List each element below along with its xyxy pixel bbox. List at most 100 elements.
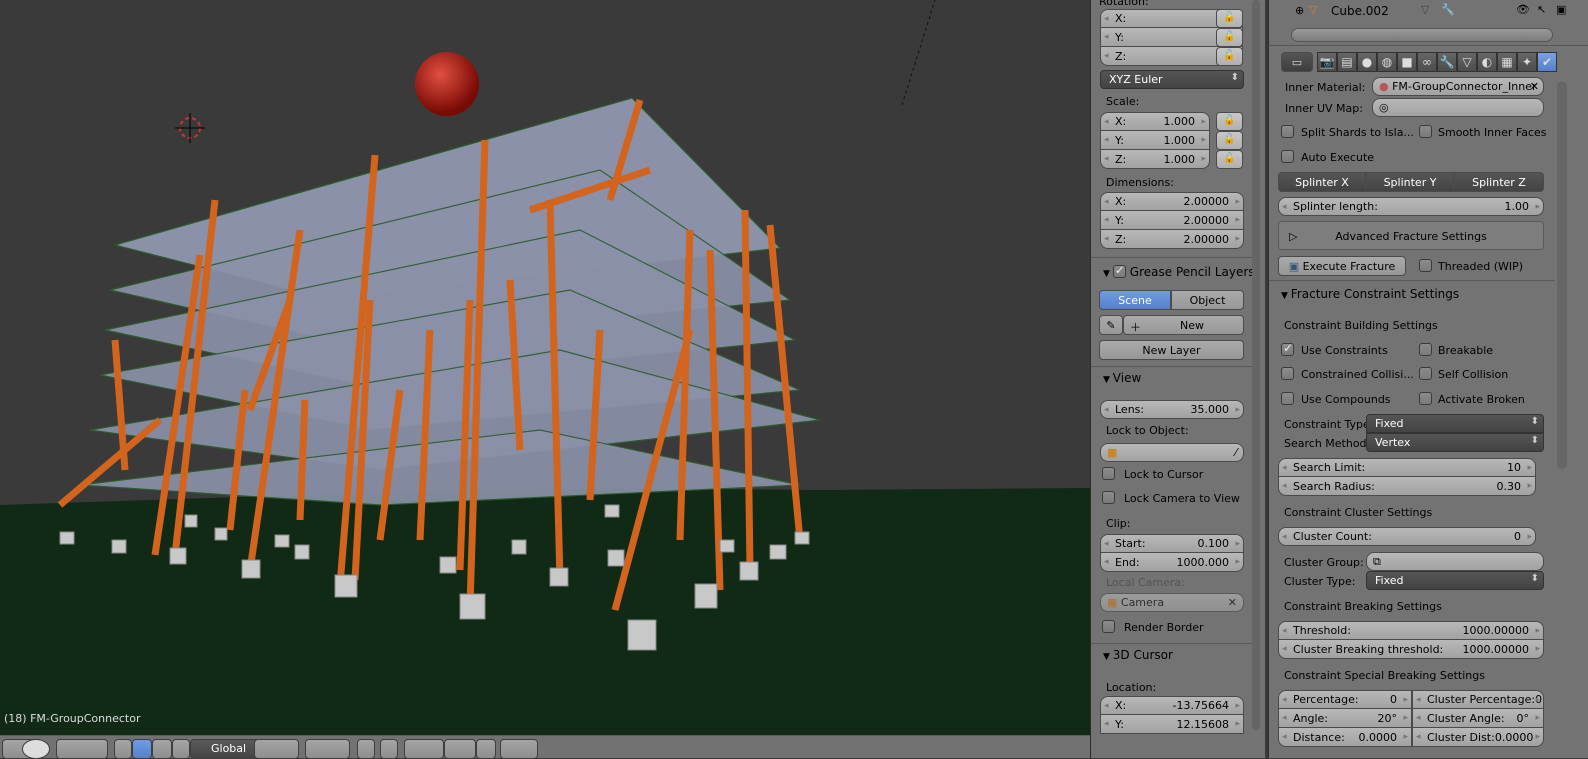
splinter-x-toggle[interactable]: Splinter X (1278, 172, 1366, 192)
3d-cursor-panel-header[interactable]: 3D Cursor (1103, 648, 1173, 662)
scale-y[interactable]: Y: 1.000 (1100, 131, 1210, 150)
modifiers-icon[interactable]: 🔧 (1437, 52, 1457, 72)
lock-icon[interactable]: 🔓 (1216, 9, 1243, 28)
grease-pencil-checkbox[interactable] (1112, 263, 1126, 278)
breakable-checkbox[interactable] (1419, 343, 1432, 356)
render-icon[interactable]: 📷 (1317, 52, 1337, 72)
render-icons[interactable] (500, 739, 538, 759)
splinter-length-field[interactable]: Splinter length: 1.00 (1278, 197, 1544, 216)
lock-icon[interactable]: 🔓 (1216, 150, 1243, 169)
angle-field[interactable]: Angle: 20° (1278, 709, 1412, 728)
use-compounds-checkbox[interactable] (1281, 392, 1294, 405)
scale-z[interactable]: Z: 1.000 (1100, 150, 1210, 169)
eyedropper-icon[interactable]: ⁄ (1235, 446, 1237, 459)
shelf-scrollbar[interactable] (1252, 0, 1260, 730)
cluster-type-select[interactable]: Fixed (1366, 571, 1544, 590)
inner-uv-field[interactable]: ◎ (1372, 98, 1544, 117)
grease-pencil-panel-header[interactable]: Grease Pencil Layers (1103, 263, 1255, 279)
orientation-select[interactable]: Global (190, 739, 262, 759)
search-radius-field[interactable]: Search Radius: 0.30 (1278, 477, 1536, 496)
outliner-scrollbar[interactable] (1291, 28, 1553, 42)
lock-object-field[interactable]: ■ ⁄ (1100, 443, 1244, 462)
constraint-type-select[interactable]: Fixed (1366, 414, 1544, 433)
cluster-angle-field[interactable]: Cluster Angle: 0° (1412, 709, 1544, 728)
cluster-group-field[interactable]: ⧉ (1366, 552, 1544, 571)
cluster-percentage-field[interactable]: Cluster Percentage:0 (1412, 690, 1544, 709)
dimensions-y[interactable]: Y: 2.00000 (1100, 211, 1244, 230)
manipulator-toggle[interactable] (114, 739, 132, 759)
pivot-select[interactable] (56, 739, 108, 759)
new-layer-button[interactable]: New Layer (1099, 340, 1244, 360)
object-tab[interactable]: Object (1171, 290, 1244, 310)
auto-execute-checkbox[interactable] (1281, 150, 1294, 163)
scene-tab[interactable]: Scene (1099, 290, 1171, 310)
render-layers-icon[interactable]: ▤ (1337, 52, 1357, 72)
cluster-threshold-field[interactable]: Cluster Breaking threshold: 1000.00000 (1278, 640, 1544, 659)
shading-icon[interactable] (22, 739, 50, 759)
material-icon[interactable]: ◐ (1477, 52, 1497, 72)
texture-icon[interactable]: ▦ (1497, 52, 1517, 72)
cursor-y[interactable]: Y: 12.15608 (1100, 715, 1244, 734)
activate-broken-checkbox[interactable] (1419, 392, 1432, 405)
splinter-y-toggle[interactable]: Splinter Y (1366, 172, 1454, 192)
clip-end[interactable]: End: 1000.000 (1100, 553, 1244, 572)
expand-icon[interactable]: ⊕ (1295, 4, 1304, 17)
physics-icon[interactable]: ✔ (1537, 52, 1557, 72)
scale-icon[interactable] (172, 739, 190, 759)
cursor-x[interactable]: X: -13.75664 (1100, 696, 1244, 715)
lock-icon[interactable]: 🔓 (1216, 112, 1243, 131)
search-method-select[interactable]: Vertex (1366, 433, 1544, 452)
scale-x[interactable]: X: 1.000 (1100, 112, 1210, 131)
split-shards-checkbox[interactable] (1281, 125, 1294, 138)
cursor-icon[interactable]: ↖ (1537, 3, 1546, 16)
proportional-edit-icon[interactable] (380, 739, 398, 759)
constrained-collision-checkbox[interactable] (1281, 367, 1294, 380)
execute-fracture-button[interactable]: ▣ Execute Fracture (1278, 256, 1406, 276)
advanced-fracture-subpanel[interactable]: ▷ Advanced Fracture Settings (1278, 221, 1544, 250)
snap-icon[interactable] (404, 739, 444, 759)
distance-field[interactable]: Distance: 0.0000 (1278, 728, 1412, 747)
percentage-field[interactable]: Percentage: 0 (1278, 690, 1412, 709)
constraint-panel-header[interactable]: Fracture Constraint Settings (1281, 287, 1459, 301)
rotate-icon[interactable] (152, 739, 172, 759)
3d-viewport[interactable]: (18) FM-GroupConnector (0, 0, 1090, 735)
splinter-z-toggle[interactable]: Splinter Z (1454, 172, 1544, 192)
cluster-dist-field[interactable]: Cluster Dist:0.0000 (1412, 728, 1544, 747)
world-icon[interactable]: ◍ (1377, 52, 1397, 72)
lens-field[interactable]: Lens: 35.000 (1100, 400, 1244, 419)
dimensions-x[interactable]: X: 2.00000 (1100, 192, 1244, 211)
rotation-mode-select[interactable]: XYZ Euler (1100, 70, 1244, 89)
pencil-icon[interactable]: ✎ (1099, 315, 1123, 335)
particles-icon[interactable]: ✦ (1517, 52, 1537, 72)
lock-icon[interactable]: 🔓 (1216, 28, 1243, 47)
clip-start[interactable]: Start: 0.100 (1100, 534, 1244, 553)
view-panel-header[interactable]: View (1103, 371, 1141, 385)
data-icon[interactable]: ▽ (1457, 52, 1477, 72)
new-gp-button[interactable]: ＋ New (1123, 315, 1244, 335)
inner-material-field[interactable]: ● FM-GroupConnector_Inner ✕ (1372, 77, 1544, 96)
snap-element-icon[interactable] (476, 739, 496, 759)
lock-icon[interactable]: 🔓 (1216, 47, 1243, 66)
layers-b[interactable] (305, 739, 350, 759)
render-border-checkbox[interactable] (1102, 620, 1115, 633)
search-limit-field[interactable]: Search Limit: 10 (1278, 458, 1536, 477)
constraints-icon[interactable]: ∞ (1417, 52, 1437, 72)
snap-target[interactable] (444, 739, 476, 759)
threshold-field[interactable]: Threshold: 1000.00000 (1278, 621, 1544, 640)
lock-to-cursor-checkbox[interactable] (1102, 467, 1115, 480)
lock-camera-checkbox[interactable] (1102, 491, 1115, 504)
object-icon[interactable]: ■ (1397, 52, 1417, 72)
cluster-count-field[interactable]: Cluster Count: 0 (1278, 527, 1536, 546)
properties-scrollbar[interactable] (1557, 81, 1567, 469)
use-constraints-checkbox[interactable] (1281, 341, 1294, 356)
editor-type-icon[interactable]: ▭ (1281, 52, 1313, 72)
eye-icon[interactable]: 👁 (1516, 3, 1530, 16)
smooth-inner-checkbox[interactable] (1419, 125, 1432, 138)
lock-layers-icon[interactable] (357, 739, 375, 759)
render-camera-icon[interactable]: ▣ (1556, 3, 1566, 16)
layers-a[interactable] (254, 739, 299, 759)
scene-icon[interactable]: ● (1357, 52, 1377, 72)
threaded-checkbox[interactable] (1419, 259, 1432, 272)
self-collision-checkbox[interactable] (1419, 367, 1432, 380)
outliner-item[interactable]: Cube.002 (1331, 4, 1389, 18)
